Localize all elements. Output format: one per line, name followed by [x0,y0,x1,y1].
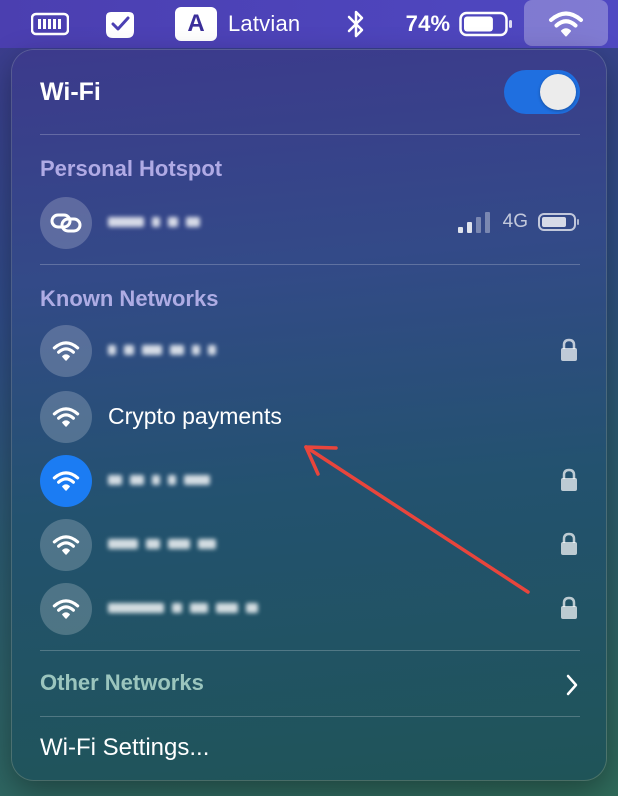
battery-percent[interactable]: 74% [402,0,454,48]
wifi-menu-panel: Wi-Fi Personal Hotspot 4G Known Networks… [12,50,606,780]
panel-title: Wi-Fi [40,78,101,106]
network-row[interactable]: Crypto payments [40,388,580,444]
chevron-right-icon[interactable] [565,674,579,696]
lock-icon [561,532,577,555]
wifi-settings-link[interactable]: Wi-Fi Settings... [40,734,209,762]
hotspot-row[interactable]: 4G [40,194,580,250]
input-source-name[interactable]: Latvian [228,0,308,48]
network-name-redacted [108,452,218,508]
wifi-icon [40,519,92,571]
input-source-badge[interactable]: A [174,0,218,48]
divider [40,134,580,135]
bluetooth-icon[interactable] [342,0,370,48]
known-networks-heading: Known Networks [40,286,219,311]
hotspot-status: 4G [457,194,580,250]
network-name: Crypto payments [108,402,282,429]
network-name-redacted [108,580,266,636]
hotspot-name-redacted [108,194,208,250]
personal-hotspot-heading: Personal Hotspot [40,156,223,181]
battery-icon[interactable] [458,0,514,48]
divider [40,650,580,651]
network-row[interactable] [40,322,580,378]
wifi-icon[interactable] [524,0,608,48]
hotspot-battery-icon [538,213,579,231]
input-source-letter: A [175,7,217,41]
menu-bar: A Latvian 74% [0,0,618,48]
other-networks-item[interactable]: Other Networks [40,670,204,696]
wifi-icon [40,455,92,507]
divider [40,264,580,265]
signal-bars-icon [457,212,490,233]
network-name-redacted [108,516,224,572]
lock-icon [561,468,577,491]
toggle-knob [540,74,576,110]
network-row[interactable] [40,516,580,572]
wifi-icon [40,583,92,635]
network-name-redacted [108,322,224,378]
link-icon [40,197,92,249]
checkmark-badge-icon[interactable] [100,0,140,48]
wifi-icon [40,325,92,377]
divider [40,716,580,717]
lock-icon [561,338,577,361]
wifi-icon [40,391,92,443]
app-grid-icon[interactable] [28,0,72,48]
lock-icon [561,596,577,619]
wifi-toggle[interactable] [504,70,580,114]
network-row-connected[interactable] [40,452,580,508]
network-type-label: 4G [502,211,528,232]
network-row[interactable] [40,580,580,636]
